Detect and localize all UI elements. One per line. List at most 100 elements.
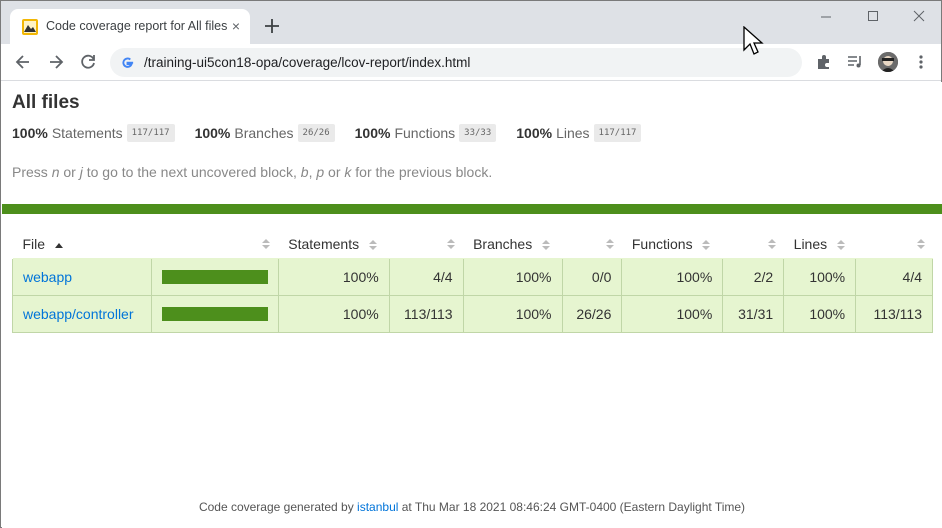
hint-key: p xyxy=(316,164,325,180)
back-icon[interactable] xyxy=(13,52,33,72)
lines-raw: 113/113 xyxy=(855,294,933,333)
sort-icon xyxy=(702,240,711,251)
summary-metric: Statements xyxy=(51,125,123,141)
branches-pct: 100% xyxy=(462,294,563,333)
reload-icon[interactable] xyxy=(78,52,98,72)
column-header-statements-raw[interactable] xyxy=(389,230,463,258)
summary-functions: 100% Functions 33/33 xyxy=(355,124,497,142)
avatar[interactable] xyxy=(878,52,898,72)
istanbul-link[interactable]: istanbul xyxy=(357,500,398,514)
minimize-icon[interactable] xyxy=(814,7,838,27)
sort-icon xyxy=(369,240,377,251)
extensions-icon[interactable] xyxy=(815,53,833,71)
hint-text: to go to the next uncovered block, xyxy=(82,164,301,180)
column-header-lines[interactable]: Lines xyxy=(784,230,856,258)
summary-pct: 100% xyxy=(194,125,231,141)
functions-raw: 2/2 xyxy=(722,257,785,296)
column-header-lines-raw[interactable] xyxy=(856,230,933,258)
sort-icon xyxy=(605,239,614,249)
table-header-row: File Statements Branches Functions Lines xyxy=(13,230,933,258)
coverage-table: File Statements Branches Functions Lines… xyxy=(12,230,933,333)
favicon-icon xyxy=(22,19,38,35)
column-label: Branches xyxy=(473,235,533,252)
address-bar[interactable]: /training-ui5con18-opa/coverage/lcov-rep… xyxy=(110,48,802,77)
column-header-functions[interactable]: Functions xyxy=(622,230,723,258)
branches-raw: 0/0 xyxy=(561,257,623,296)
sort-icon xyxy=(447,239,456,249)
branches-pct: 100% xyxy=(462,257,563,296)
forward-icon[interactable] xyxy=(46,52,66,72)
close-window-icon[interactable] xyxy=(907,7,931,27)
coverage-summary: 100% Statements 117/117 100% Branches 26… xyxy=(12,122,661,144)
coverage-bar-cell xyxy=(150,294,279,333)
column-header-branches[interactable]: Branches xyxy=(463,230,562,258)
page-title: All files xyxy=(12,92,80,113)
coverage-bar-cell xyxy=(150,257,279,296)
browser-window: Code coverage report for All files × /tr… xyxy=(0,0,942,528)
hint-text: or xyxy=(59,164,80,180)
summary-pct: 100% xyxy=(354,125,391,141)
summary-fraction: 33/33 xyxy=(459,124,497,142)
branches-raw: 26/26 xyxy=(561,294,623,333)
maximize-icon[interactable] xyxy=(861,7,885,27)
coverage-bar xyxy=(161,269,268,284)
functions-pct: 100% xyxy=(621,294,724,333)
lines-raw: 4/4 xyxy=(855,257,933,296)
summary-lines: 100% Lines 117/117 xyxy=(516,124,642,142)
summary-branches: 100% Branches 26/26 xyxy=(195,124,335,142)
tab-title: Code coverage report for All files xyxy=(46,19,228,33)
sort-icon xyxy=(262,239,271,249)
statements-pct: 100% xyxy=(277,257,390,296)
column-header-statements[interactable]: Statements xyxy=(278,230,389,258)
summary-pct: 100% xyxy=(516,125,553,141)
summary-metric: Branches xyxy=(234,125,294,141)
hint-key: b xyxy=(300,164,309,180)
hint-text: or xyxy=(324,164,345,180)
coverage-status-bar xyxy=(2,204,942,214)
column-header-file[interactable]: File xyxy=(13,230,152,258)
functions-pct: 100% xyxy=(621,257,724,296)
lines-pct: 100% xyxy=(783,257,857,296)
statements-raw: 4/4 xyxy=(388,257,464,296)
tab-close-icon[interactable]: × xyxy=(228,18,244,34)
summary-fraction: 117/117 xyxy=(126,124,175,142)
summary-pct: 100% xyxy=(12,125,48,141)
browser-tab[interactable]: Code coverage report for All files × xyxy=(10,9,250,44)
file-link[interactable]: webapp xyxy=(23,269,72,285)
hint-text: for the previous block. xyxy=(351,164,493,180)
column-label: Lines xyxy=(793,235,828,252)
summary-metric: Lines xyxy=(556,125,590,141)
keyboard-hint: Press n or j to go to the next uncovered… xyxy=(12,164,492,180)
file-link[interactable]: webapp/controller xyxy=(23,306,134,322)
column-header-coverage[interactable] xyxy=(151,230,278,258)
footer-prefix: Code coverage generated by xyxy=(198,500,358,514)
media-icon[interactable] xyxy=(846,53,864,71)
column-header-branches-raw[interactable] xyxy=(562,230,622,258)
column-header-functions-raw[interactable] xyxy=(723,230,784,258)
summary-fraction: 26/26 xyxy=(297,124,335,142)
column-label: File xyxy=(22,235,46,252)
url-text: /training-ui5con18-opa/coverage/lcov-rep… xyxy=(144,55,471,70)
report-footer: Code coverage generated by istanbul at T… xyxy=(2,500,942,514)
avatar-image xyxy=(878,52,898,72)
table-row: webapp/controller 100% 113/113 100% 26/2… xyxy=(12,294,933,333)
browser-toolbar: /training-ui5con18-opa/coverage/lcov-rep… xyxy=(1,44,941,81)
statements-pct: 100% xyxy=(277,294,390,333)
sort-icon xyxy=(837,240,846,251)
coverage-bar xyxy=(161,306,268,321)
statements-raw: 113/113 xyxy=(388,294,464,333)
sort-icon xyxy=(767,239,776,249)
summary-statements: 100% Statements 117/117 xyxy=(12,124,175,142)
table-row: webapp 100% 4/4 100% 0/0 100% 2/2 100% 4… xyxy=(12,257,933,296)
page-content: All files 100% Statements 117/117 100% B… xyxy=(2,82,942,528)
summary-fraction: 117/117 xyxy=(593,124,642,142)
new-tab-icon[interactable] xyxy=(262,16,282,36)
menu-icon[interactable] xyxy=(912,53,930,71)
column-label: Statements xyxy=(288,235,360,252)
google-icon xyxy=(122,57,134,68)
hint-text: Press xyxy=(12,164,52,180)
lines-pct: 100% xyxy=(783,294,857,333)
file-cell: webapp xyxy=(12,257,152,296)
summary-metric: Functions xyxy=(394,125,456,141)
sort-icon xyxy=(916,239,925,249)
